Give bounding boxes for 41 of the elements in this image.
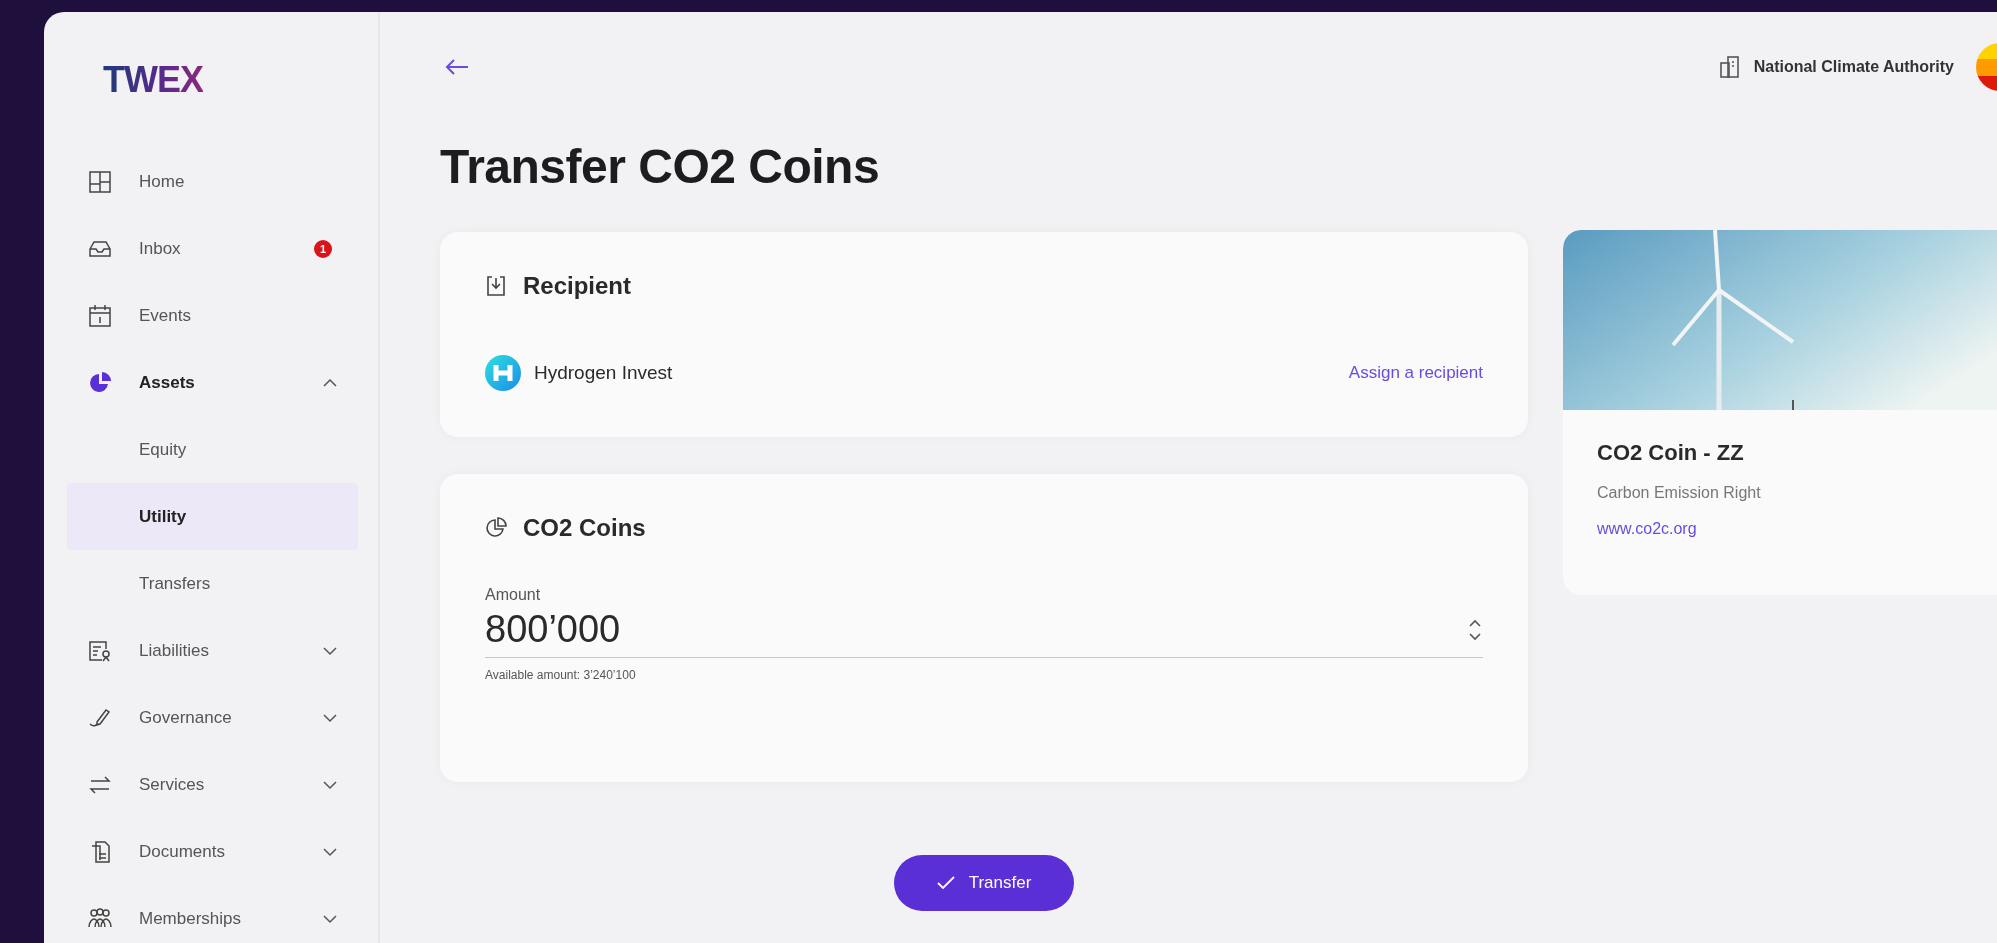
back-arrow-icon bbox=[444, 58, 470, 76]
chevron-icon bbox=[322, 712, 338, 723]
asset-type: Carbon Emission Right bbox=[1597, 484, 1761, 502]
card-title: Recipient bbox=[523, 272, 632, 300]
chevron-icon bbox=[322, 645, 338, 656]
website-link[interactable]: www.co2c.org bbox=[1597, 520, 1697, 538]
available-amount-hint: Available amount: 3’240’100 bbox=[485, 668, 636, 682]
building-icon bbox=[1719, 56, 1740, 78]
unread-count: 1 bbox=[314, 239, 332, 258]
sidebar-subitem[interactable]: Transfers bbox=[67, 550, 358, 617]
asset-name: CO2 Coin - ZZ bbox=[1597, 440, 1744, 466]
recipient-logo bbox=[485, 355, 521, 391]
chevron-icon bbox=[322, 779, 338, 790]
sidebar-item[interactable]: Services bbox=[67, 751, 358, 818]
chevron-icon bbox=[322, 377, 338, 388]
sidebar-item[interactable]: Assets bbox=[67, 349, 358, 416]
sidebar-item[interactable]: Liabilities bbox=[67, 617, 358, 684]
sidebar-item[interactable]: Home bbox=[67, 148, 358, 215]
chevron-icon bbox=[322, 913, 338, 924]
pie-chart-icon bbox=[88, 370, 112, 395]
amount-field[interactable]: Amount 800’000 bbox=[485, 586, 1483, 658]
page-title: Transfer CO2 Coins bbox=[440, 139, 881, 195]
sidebar-item[interactable]: Documents bbox=[67, 818, 358, 885]
check-icon bbox=[936, 876, 955, 890]
organization-name: National Climate Authority bbox=[1753, 58, 1954, 76]
transfer-button[interactable]: Transfer bbox=[894, 855, 1074, 911]
recipient-name: Hydrogen Invest bbox=[534, 362, 673, 384]
sidebar-item[interactable]: Inbox 1 bbox=[67, 215, 358, 282]
sidebar-item[interactable]: Events bbox=[67, 282, 358, 349]
assign-recipient-link[interactable]: Assign a recipient bbox=[1348, 363, 1483, 383]
card-title: CO2 Coins bbox=[523, 514, 646, 542]
id-card-icon bbox=[88, 638, 112, 663]
sidebar-subitem[interactable]: Utility bbox=[67, 483, 358, 550]
sidebar-subitem[interactable]: Equity bbox=[67, 416, 358, 483]
calendar-icon bbox=[88, 303, 112, 328]
download-tray-icon bbox=[485, 275, 507, 297]
sidebar-item[interactable]: Memberships bbox=[67, 885, 358, 943]
sidebar-item[interactable]: Governance bbox=[67, 684, 358, 751]
chevron-icon bbox=[322, 846, 338, 857]
pie-chart-icon bbox=[485, 517, 507, 539]
grid-icon bbox=[88, 169, 112, 194]
